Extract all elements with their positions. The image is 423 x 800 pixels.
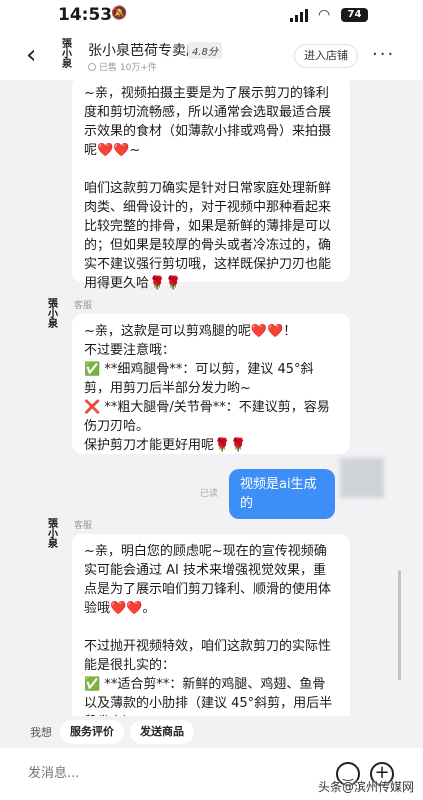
send-product-chip[interactable]: 发送商品 — [130, 720, 194, 744]
cellular-signal-icon — [290, 9, 308, 22]
message-bubble-agent-2: ~亲，这款是可以剪鸡腿的呢❤️❤️！ 不过要注意哦： ✅ **细鸡腿骨**：可以… — [72, 314, 350, 454]
message-bubble-agent-1: ~亲，视频拍摄主要是为了展示剪刀的锋利度和剪切流畅感，所以通常会选取最适合展示效… — [72, 80, 350, 291]
mute-bell-icon: 🔕 — [111, 6, 128, 21]
sold-count-text: 已售 10万+件 — [99, 63, 157, 73]
sold-count: 已售 10万+件 — [88, 60, 157, 73]
more-options-icon[interactable]: ··· — [372, 44, 395, 65]
shop-name[interactable]: 张小泉芭荷专卖店 — [88, 40, 200, 60]
service-review-chip[interactable]: 服务评价 — [60, 720, 124, 744]
chat-scrollbar[interactable] — [398, 570, 401, 680]
status-time: 14:53 — [58, 5, 113, 25]
battery-indicator: 74 — [341, 8, 368, 22]
message-input[interactable] — [28, 758, 318, 788]
message-bubble-user: 视频是ai生成的 — [229, 469, 335, 519]
agent-sender-label: 客服 — [74, 521, 93, 531]
quick-ask-label: 我想 — [30, 726, 52, 739]
agent-avatar[interactable]: 張 小 泉 — [38, 520, 68, 554]
quick-action-bar: 我想 服务评价 发送商品 — [0, 716, 423, 748]
agent-avatar[interactable]: 張 小 泉 — [38, 300, 68, 334]
sold-dot-icon — [88, 63, 96, 71]
back-arrow-icon[interactable]: ‹ — [26, 42, 36, 68]
chat-area[interactable]: ~亲，视频拍摄主要是为了展示剪刀的锋利度和剪切流畅感，所以通常会选取最适合展示效… — [0, 80, 423, 716]
message-bubble-agent-3: ~亲，明白您的顾虑呢~现在的宣传视频确实可能会通过 AI 技术来增强视觉效果，重… — [72, 534, 350, 716]
enter-shop-button[interactable]: 进入店铺 — [294, 44, 358, 68]
status-bar: 14:53 🔕 ◠ 74 — [0, 0, 423, 34]
read-receipt: 已读 — [200, 489, 219, 499]
chat-header: ‹ 張 小 泉 张小泉芭荷专卖店 4.8分 已售 10万+件 进入店铺 ··· — [0, 34, 423, 80]
agent-sender-label: 客服 — [74, 301, 93, 311]
wifi-icon: ◠ — [318, 7, 331, 23]
user-avatar-blurred — [340, 458, 384, 498]
watermark: 头条@滨州传媒网 — [318, 780, 415, 794]
shop-logo[interactable]: 張 小 泉 — [58, 40, 76, 70]
shop-score-badge: 4.8分 — [188, 42, 222, 59]
